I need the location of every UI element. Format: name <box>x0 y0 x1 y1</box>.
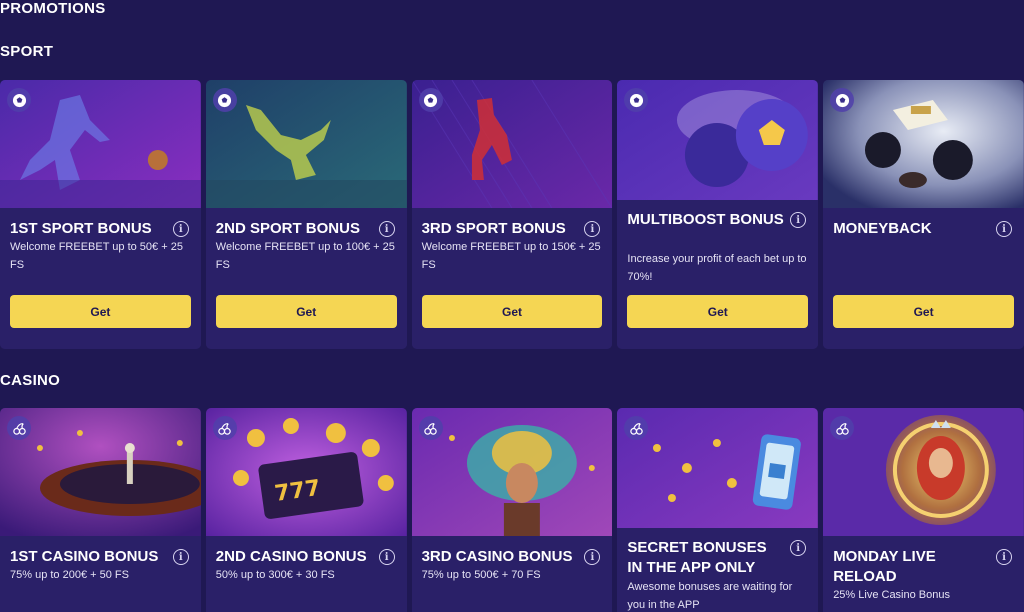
promo-title: MONDAY LIVE RELOAD <box>833 548 936 585</box>
info-icon[interactable]: i <box>584 549 601 565</box>
get-button[interactable]: Get <box>627 295 809 328</box>
promo-description: Welcome FREEBET up to 150€ + 25 FS <box>421 241 601 271</box>
promo-title: MULTIBOOST BONUS <box>627 211 784 228</box>
page-title: PROMOTIONS <box>0 0 106 17</box>
promo-title: 2ND SPORT BONUS <box>215 220 360 237</box>
get-button[interactable]: Get <box>10 295 191 328</box>
promo-card-monday-live-reload[interactable]: MONDAY LIVE RELOAD i 25% Live Casino Bon… <box>823 408 1024 612</box>
promo-card-1st-casino-bonus[interactable]: 1ST CASINO BONUS i 75% up to 200€ + 50 F… <box>0 408 201 612</box>
get-button[interactable]: Get <box>215 295 397 328</box>
casino-promotions-row: 1ST CASINO BONUS i 75% up to 200€ + 50 F… <box>0 408 1024 612</box>
section-title-sport: SPORT <box>0 43 54 60</box>
cherries-icon <box>418 416 443 440</box>
promo-card-body: SECRET BONUSES IN THE APP ONLY i Awesome… <box>617 528 819 612</box>
promo-description: 75% up to 200€ + 50 FS <box>10 569 129 581</box>
promo-card-2nd-casino-bonus[interactable]: 777 2ND CASINO BONUS i 50% up to 300€ + … <box>205 408 407 612</box>
promo-description: Welcome FREEBET up to 50€ + 25 FS <box>10 241 183 271</box>
promo-card-1st-sport-bonus[interactable]: 1ST SPORT BONUS i Welcome FREEBET up to … <box>0 80 201 349</box>
info-icon[interactable]: i <box>790 540 807 556</box>
cherries-icon <box>212 416 237 440</box>
info-icon[interactable]: i <box>172 549 189 565</box>
promo-card-moneyback[interactable]: MONEYBACK i Get <box>823 80 1024 349</box>
promo-description: 75% up to 500€ + 70 FS <box>421 569 541 581</box>
info-icon[interactable]: i <box>378 549 395 565</box>
promo-title: SECRET BONUSES IN THE APP ONLY <box>627 539 767 576</box>
info-icon[interactable]: i <box>790 212 807 228</box>
promo-card-body: MONDAY LIVE RELOAD i 25% Live Casino Bon… <box>823 536 1024 612</box>
promo-description: 50% up to 300€ + 30 FS <box>215 569 335 581</box>
promo-card-body: 2ND CASINO BONUS i 50% up to 300€ + 30 F… <box>205 536 407 612</box>
promo-card-3rd-sport-bonus[interactable]: 3RD SPORT BONUS i Welcome FREEBET up to … <box>411 80 613 349</box>
info-icon[interactable]: i <box>995 221 1012 237</box>
promo-title: 1ST CASINO BONUS <box>10 548 159 565</box>
promo-title: 3RD SPORT BONUS <box>421 220 566 237</box>
promo-card-multiboost-bonus[interactable]: MULTIBOOST BONUS i Increase your profit … <box>617 80 819 349</box>
soccer-ball-icon <box>7 88 31 112</box>
promo-card-body: 3RD CASINO BONUS i 75% up to 500€ + 70 F… <box>411 536 613 612</box>
info-icon[interactable]: i <box>584 221 601 237</box>
section-title-casino: CASINO <box>0 372 61 389</box>
get-button[interactable]: Get <box>833 295 1014 328</box>
soccer-ball-icon <box>830 88 855 112</box>
cherries-icon <box>7 416 31 440</box>
promo-title: 2ND CASINO BONUS <box>215 548 367 565</box>
promo-description: Awesome bonuses are waiting for you in t… <box>627 581 793 611</box>
promo-card-3rd-casino-bonus[interactable]: 3RD CASINO BONUS i 75% up to 500€ + 70 F… <box>411 408 613 612</box>
promo-description: Increase your profit of each bet up to 7… <box>627 253 807 283</box>
info-icon[interactable]: i <box>995 549 1012 565</box>
promo-description: 25% Live Casino Bonus <box>833 589 950 601</box>
promo-card-secret-bonuses[interactable]: SECRET BONUSES IN THE APP ONLY i Awesome… <box>617 408 819 612</box>
soccer-ball-icon <box>418 88 443 112</box>
promo-card-body: 1ST CASINO BONUS i 75% up to 200€ + 50 F… <box>0 536 201 612</box>
sport-promotions-row: 1ST SPORT BONUS i Welcome FREEBET up to … <box>0 80 1024 349</box>
promo-title: MONEYBACK <box>833 220 932 237</box>
promo-title: 1ST SPORT BONUS <box>10 220 152 237</box>
info-icon[interactable]: i <box>172 221 189 237</box>
soccer-ball-icon <box>212 88 237 112</box>
promo-description: Welcome FREEBET up to 100€ + 25 FS <box>215 241 395 271</box>
get-button[interactable]: Get <box>421 295 603 328</box>
info-icon[interactable]: i <box>378 221 395 237</box>
promo-card-2nd-sport-bonus[interactable]: 2ND SPORT BONUS i Welcome FREEBET up to … <box>205 80 407 349</box>
promo-title: 3RD CASINO BONUS <box>421 548 573 565</box>
cherries-icon <box>830 416 855 440</box>
